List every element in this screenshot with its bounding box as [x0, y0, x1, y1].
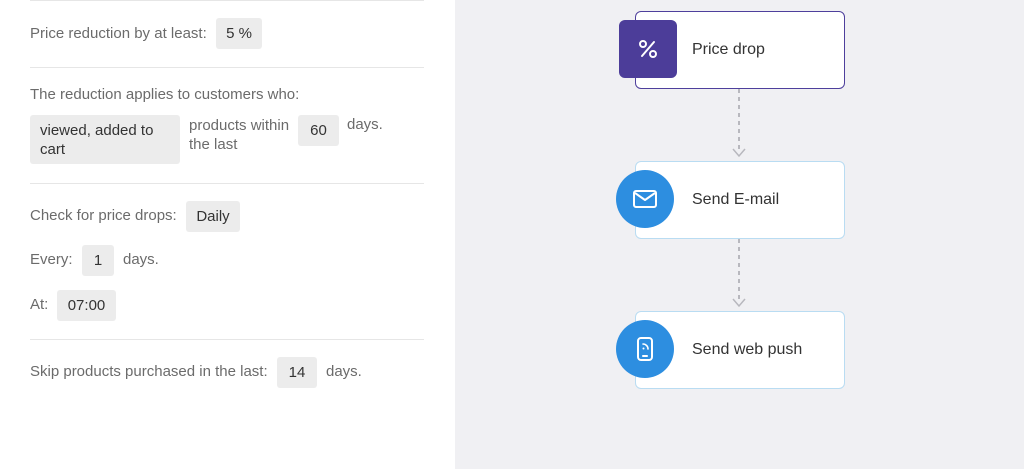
every-days-input[interactable]: 1 — [82, 245, 114, 276]
lookback-days-input[interactable]: 60 — [298, 115, 339, 146]
days-suffix: days. — [347, 116, 383, 133]
at-label: At: — [30, 296, 49, 313]
connector-line — [738, 239, 740, 301]
divider — [30, 339, 424, 340]
settings-panel: Price reduction by at least: 5 % The red… — [0, 0, 455, 469]
percent-icon — [619, 20, 677, 78]
connector-arrow-icon — [732, 298, 746, 308]
check-price-drops-label: Check for price drops: — [30, 207, 177, 224]
check-frequency-select[interactable]: Daily — [186, 201, 240, 232]
skip-days-suffix: days. — [326, 363, 362, 380]
applies-to-heading: The reduction applies to customers who: — [30, 86, 300, 103]
node-label: Send E-mail — [692, 191, 780, 208]
price-reduction-label: Price reduction by at least: — [30, 25, 207, 42]
node-label: Send web push — [692, 341, 803, 358]
price-reduction-input[interactable]: 5 % — [216, 18, 262, 49]
envelope-icon — [616, 170, 674, 228]
time-input[interactable]: 07:00 — [57, 290, 116, 321]
connector-line — [738, 89, 740, 151]
every-label: Every: — [30, 251, 73, 268]
products-within-label: products within the last — [189, 117, 290, 153]
divider — [30, 183, 424, 184]
mobile-push-icon — [616, 320, 674, 378]
skip-purchased-label: Skip products purchased in the last: — [30, 363, 268, 380]
skip-days-input[interactable]: 14 — [277, 357, 317, 388]
every-days-suffix: days. — [123, 251, 159, 268]
customer-action-select[interactable]: viewed, added to cart — [30, 115, 180, 164]
node-label: Price drop — [692, 41, 765, 58]
workflow-canvas: Price drop Send E-mail Send web push — [455, 0, 1024, 469]
divider — [30, 0, 424, 1]
connector-arrow-icon — [732, 148, 746, 158]
divider — [30, 67, 424, 68]
